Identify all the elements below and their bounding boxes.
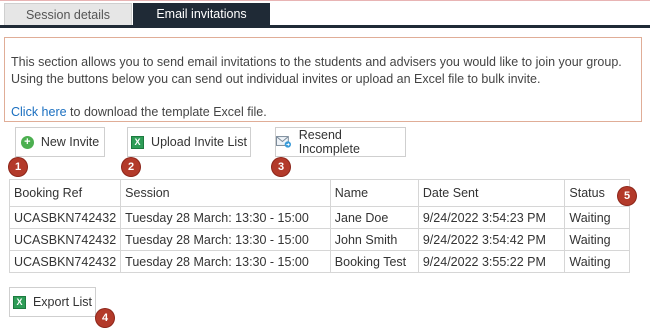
cell-date-sent: 9/24/2022 3:54:42 PM	[417, 228, 566, 251]
column-header-booking-ref[interactable]: Booking Ref	[8, 179, 122, 207]
top-accent-line	[0, 0, 650, 1]
info-description: This section allows you to send email in…	[11, 55, 622, 86]
export-list-label: Export List	[32, 295, 93, 309]
new-invite-label: New Invite	[40, 135, 100, 149]
cell-date-sent: 9/24/2022 3:55:22 PM	[417, 250, 566, 273]
tab-bar: Session details Email invitations	[0, 3, 650, 25]
table-row[interactable]: UCASBKN742432 Tuesday 28 March: 13:30 - …	[8, 228, 630, 251]
template-download-link[interactable]: Click here	[11, 105, 67, 119]
plus-circle-icon: +	[20, 135, 34, 149]
info-panel: This section allows you to send email in…	[4, 37, 642, 122]
resend-mail-icon	[276, 136, 291, 148]
cell-status: Waiting	[564, 228, 630, 251]
cell-date-sent: 9/24/2022 3:54:23 PM	[417, 206, 566, 229]
excel-icon: X	[131, 135, 145, 149]
cell-booking-ref: UCASBKN742432	[8, 250, 122, 273]
table-row[interactable]: UCASBKN742432 Tuesday 28 March: 13:30 - …	[8, 206, 630, 229]
cell-status: Waiting	[564, 206, 630, 229]
resend-incomplete-button[interactable]: Resend Incomplete	[275, 127, 406, 157]
table-row[interactable]: UCASBKN742432 Tuesday 28 March: 13:30 - …	[8, 250, 630, 273]
tab-underline	[0, 25, 650, 28]
cell-booking-ref: UCASBKN742432	[8, 206, 122, 229]
new-invite-button[interactable]: + New Invite	[15, 127, 105, 157]
cell-name: John Smith	[329, 228, 419, 251]
template-download-suffix: to download the template Excel file.	[66, 105, 267, 119]
callout-badge-1: 1	[9, 158, 27, 176]
cell-name: Booking Test	[329, 250, 419, 273]
upload-invite-list-label: Upload Invite List	[151, 135, 247, 149]
tab-email-invitations[interactable]: Email invitations	[133, 3, 270, 25]
cell-name: Jane Doe	[329, 206, 419, 229]
invitations-table: Booking Ref Session Name Date Sent Statu…	[8, 179, 630, 273]
column-header-name[interactable]: Name	[329, 179, 419, 207]
resend-incomplete-label: Resend Incomplete	[298, 128, 360, 156]
column-header-session[interactable]: Session	[120, 179, 331, 207]
cell-session: Tuesday 28 March: 13:30 - 15:00	[120, 228, 331, 251]
callout-badge-3: 3	[272, 158, 290, 176]
callout-badge-2: 2	[122, 158, 140, 176]
cell-session: Tuesday 28 March: 13:30 - 15:00	[120, 206, 331, 229]
excel-icon: X	[12, 295, 26, 309]
cell-session: Tuesday 28 March: 13:30 - 15:00	[120, 250, 331, 273]
template-download-line: Click here to download the template Exce…	[11, 104, 267, 121]
table-header-row: Booking Ref Session Name Date Sent Statu…	[8, 179, 630, 207]
cell-status: Waiting	[564, 250, 630, 273]
callout-badge-4: 4	[96, 309, 114, 327]
cell-booking-ref: UCASBKN742432	[8, 228, 122, 251]
upload-invite-list-button[interactable]: X Upload Invite List	[127, 127, 251, 157]
tab-session-details[interactable]: Session details	[4, 3, 132, 25]
column-header-date-sent[interactable]: Date Sent	[417, 179, 566, 207]
export-list-button[interactable]: X Export List	[9, 287, 96, 317]
callout-badge-5: 5	[618, 187, 636, 205]
